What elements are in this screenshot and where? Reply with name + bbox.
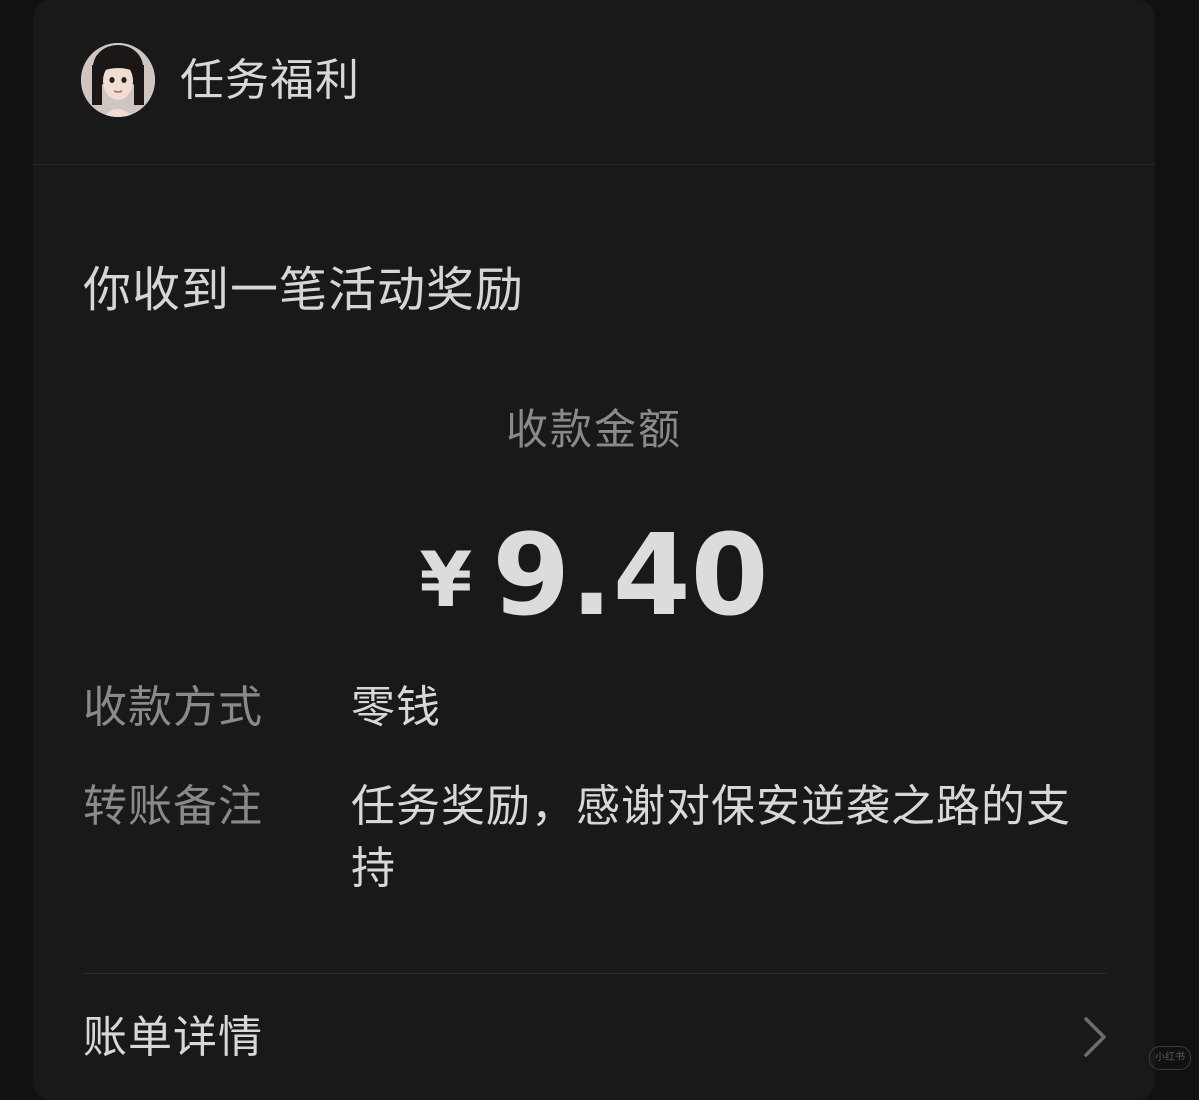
watermark-logo: 小红书 <box>1149 1046 1191 1070</box>
bill-details-label: 账单详情 <box>83 1012 263 1063</box>
amount-value: 9.40 <box>492 511 769 641</box>
header: 任务福利 <box>33 0 1155 165</box>
avatar-image <box>81 43 155 117</box>
payment-method-label: 收款方式 <box>83 682 263 733</box>
payment-method-value: 零钱 <box>351 682 441 733</box>
transfer-note-value: 任务奖励，感谢对保安逆袭之路的支持 <box>351 781 1071 894</box>
avatar[interactable] <box>81 43 155 117</box>
transaction-card: 任务福利 你收到一笔活动奖励 收款金额 ¥9.40 收款方式 零钱 转账备注 任… <box>33 0 1155 1100</box>
bill-details-row[interactable]: 账单详情 <box>83 1000 1107 1077</box>
chevron-right-icon <box>1084 1017 1106 1057</box>
currency-symbol: ¥ <box>419 535 473 624</box>
header-title: 任务福利 <box>180 55 360 106</box>
notice-text: 你收到一笔活动奖励 <box>83 262 525 318</box>
amount-label: 收款金额 <box>505 405 682 454</box>
transfer-note-label: 转账备注 <box>83 781 263 832</box>
amount-display: ¥9.40 <box>33 512 1155 673</box>
divider <box>83 973 1107 974</box>
